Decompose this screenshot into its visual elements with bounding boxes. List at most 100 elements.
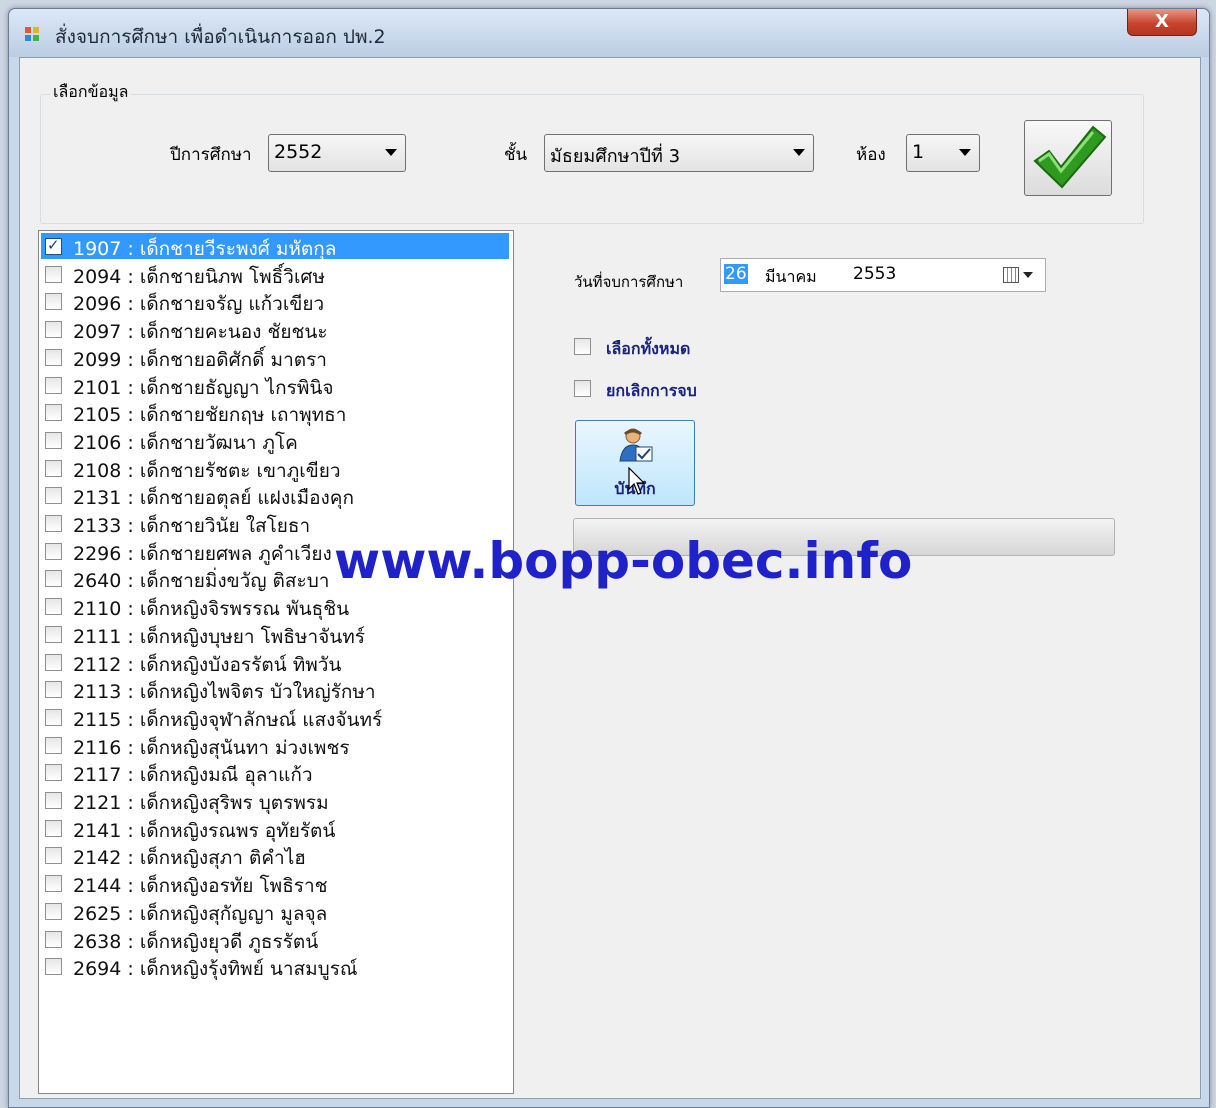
list-item-checkbox[interactable]: [45, 847, 62, 865]
list-item-label: 2131 : เด็กชายอตุลย์ แฝงเมืองคุก: [73, 487, 355, 510]
select-all-label[interactable]: เลือกทั้งหมด: [606, 337, 690, 362]
list-item[interactable]: 2111 : เด็กหญิงบุษยา โพธิษาจันทร์: [41, 621, 509, 648]
list-item[interactable]: 2112 : เด็กหญิงบังอรรัตน์ ทิพวัน: [41, 649, 509, 676]
list-item-checkbox[interactable]: [45, 681, 62, 699]
list-item-checkbox[interactable]: [45, 293, 62, 311]
cancel-graduation-checkbox[interactable]: [574, 380, 591, 397]
list-item[interactable]: 2108 : เด็กชายรัชตะ เขาภูเขียว: [41, 455, 509, 482]
list-item[interactable]: 2106 : เด็กชายวัฒนา ภูโค: [41, 427, 509, 454]
list-item-label: 2105 : เด็กชายชัยกฤษ เถาพุทธา: [73, 404, 347, 427]
list-item[interactable]: 2110 : เด็กหญิงจิรพรรณ พันธุชิน: [41, 593, 509, 620]
room-label: ห้อง: [856, 145, 886, 165]
list-item-checkbox[interactable]: [45, 653, 62, 671]
date-month[interactable]: มีนาคม: [765, 265, 817, 290]
year-value: 2552: [274, 141, 323, 163]
list-item-checkbox[interactable]: [45, 321, 62, 339]
list-item-label: 2106 : เด็กชายวัฒนา ภูโค: [73, 431, 298, 454]
list-item[interactable]: 2099 : เด็กชายอดิศักดิ์ มาตรา: [41, 344, 509, 371]
list-item-checkbox[interactable]: [45, 515, 62, 532]
list-item-label: 2108 : เด็กชายรัชตะ เขาภูเขียว: [73, 459, 341, 482]
list-item[interactable]: 2121 : เด็กหญิงสุริพร บุตรพรม: [41, 787, 509, 814]
list-item-checkbox[interactable]: [45, 875, 62, 893]
list-item-checkbox[interactable]: [45, 598, 62, 616]
list-item-label: 2101 : เด็กชายธัญญา ไกรพินิจ: [73, 376, 334, 399]
room-combo[interactable]: 1: [906, 134, 980, 172]
calendar-icon[interactable]: [1003, 267, 1019, 283]
list-item-label: 2113 : เด็กหญิงไพจิตร บัวใหญ่รักษา: [73, 681, 376, 704]
year-combo[interactable]: 2552: [268, 134, 406, 172]
list-item-checkbox[interactable]: [45, 542, 62, 560]
list-item-label: 2625 : เด็กหญิงสุกัญญา มูลจุล: [73, 902, 328, 925]
list-item-label: 2116 : เด็กหญิงสุนันทา ม่วงเพชร: [73, 736, 350, 759]
list-item-checkbox[interactable]: [45, 625, 62, 643]
green-check-icon: [1033, 125, 1107, 189]
list-item[interactable]: 2094 : เด็กชายนิภพ โพธิ์วิเศษ: [41, 261, 509, 288]
list-item[interactable]: 2101 : เด็กชายธัญญา ไกรพินิจ: [41, 372, 509, 399]
list-item-label: 2112 : เด็กหญิงบังอรรัตน์ ทิพวัน: [73, 653, 342, 676]
list-item-checkbox[interactable]: [45, 265, 62, 283]
chevron-down-icon[interactable]: [1023, 272, 1033, 278]
list-item[interactable]: 2144 : เด็กหญิงอรทัย โพธิราช: [41, 870, 509, 897]
list-item-label: 2110 : เด็กหญิงจิรพรรณ พันธุชิน: [73, 598, 350, 621]
list-item-checkbox[interactable]: [45, 902, 62, 920]
list-item-label: 2133 : เด็กชายวินัย ใสโยธา: [73, 515, 311, 537]
window-title: สั่งจบการศึกษา เพื่อดำเนินการออก ปพ.2: [55, 26, 386, 48]
list-item-checkbox[interactable]: [45, 736, 62, 754]
app-icon: [25, 27, 39, 41]
list-item[interactable]: 2105 : เด็กชายชัยกฤษ เถาพุทธา: [41, 399, 509, 426]
list-item-checkbox[interactable]: [45, 930, 62, 948]
select-all-checkbox[interactable]: [574, 338, 591, 355]
list-item[interactable]: 2694 : เด็กหญิงรุ้งทิพย์ นาสมบูรณ์: [41, 953, 509, 980]
chevron-down-icon: [959, 149, 971, 156]
list-item-checkbox[interactable]: [45, 236, 62, 255]
user-check-icon: [619, 428, 653, 462]
level-label: ชั้น: [504, 145, 528, 165]
list-item[interactable]: 2625 : เด็กหญิงสุกัญญา มูลจุล: [41, 898, 509, 925]
graduation-date-picker[interactable]: 26 มีนาคม 2553: [720, 258, 1046, 292]
list-item-label: 1907 : เด็กชายวีระพงศ์ มหัตกุล: [73, 238, 337, 260]
list-item-checkbox[interactable]: [45, 459, 62, 477]
list-item-checkbox[interactable]: [45, 431, 62, 449]
level-combo[interactable]: มัธยมศึกษาปีที่ 3: [544, 134, 814, 172]
list-item[interactable]: 2131 : เด็กชายอตุลย์ แฝงเมืองคุก: [41, 482, 509, 509]
list-item[interactable]: 2097 : เด็กชายคะนอง ชัยชนะ: [41, 316, 509, 343]
list-item-checkbox[interactable]: [45, 819, 62, 837]
list-item[interactable]: 2141 : เด็กหญิงรณพร อุทัยรัตน์: [41, 815, 509, 842]
cancel-graduation-label[interactable]: ยกเลิกการจบ: [606, 379, 697, 404]
list-item-label: 2099 : เด็กชายอดิศักดิ์ มาตรา: [73, 348, 327, 371]
list-item-label: 2096 : เด็กชายจรัญ แก้วเขียว: [73, 293, 325, 316]
confirm-filter-button[interactable]: [1024, 120, 1112, 196]
list-item-label: 2141 : เด็กหญิงรณพร อุทัยรัตน์: [73, 819, 336, 842]
list-item[interactable]: 2116 : เด็กหญิงสุนันทา ม่วงเพชร: [41, 732, 509, 759]
save-button[interactable]: บันทึก: [575, 420, 695, 506]
list-item[interactable]: 1907 : เด็กชายวีระพงศ์ มหัตกุล: [41, 233, 509, 260]
close-button[interactable]: X: [1127, 9, 1197, 36]
date-year[interactable]: 2553: [853, 264, 896, 284]
list-item[interactable]: 2113 : เด็กหญิงไพจิตร บัวใหญ่รักษา: [41, 676, 509, 703]
room-value: 1: [912, 141, 925, 163]
list-item[interactable]: 2096 : เด็กชายจรัญ แก้วเขียว: [41, 288, 509, 315]
list-item-label: 2296 : เด็กชายยศพล ภูคำเวียง: [73, 542, 332, 565]
list-item-label: 2094 : เด็กชายนิภพ โพธิ์วิเศษ: [73, 265, 326, 288]
list-item[interactable]: 2115 : เด็กหญิงจุฬาลักษณ์ แสงจันทร์: [41, 704, 509, 731]
list-item-label: 2144 : เด็กหญิงอรทัย โพธิราช: [73, 875, 328, 898]
list-item-label: 2117 : เด็กหญิงมณี อุลาแก้ว: [73, 764, 313, 787]
year-label: ปีการศึกษา: [170, 145, 252, 165]
student-checklist[interactable]: 1907 : เด็กชายวีระพงศ์ มหัตกุล 2094 : เด็…: [38, 230, 514, 1094]
list-item[interactable]: 2638 : เด็กหญิงยุวดี ภูธรรัตน์: [41, 926, 509, 953]
list-item-checkbox[interactable]: [45, 708, 62, 726]
list-item-checkbox[interactable]: [45, 487, 62, 505]
list-item-checkbox[interactable]: [45, 570, 62, 588]
date-day[interactable]: 26: [724, 264, 748, 284]
list-item-checkbox[interactable]: [45, 376, 62, 394]
list-item-checkbox[interactable]: [45, 792, 62, 809]
title-bar[interactable]: สั่งจบการศึกษา เพื่อดำเนินการออก ปพ.2 X: [9, 9, 1209, 57]
list-item-checkbox[interactable]: [45, 764, 62, 782]
list-item-checkbox[interactable]: [45, 958, 62, 976]
list-item-checkbox[interactable]: [45, 404, 62, 422]
list-item-checkbox[interactable]: [45, 348, 62, 366]
list-item-label: 2142 : เด็กหญิงสุภา ติคำไฮ: [73, 847, 306, 870]
watermark-text: www.bopp-obec.info: [334, 532, 913, 590]
list-item[interactable]: 2142 : เด็กหญิงสุภา ติคำไฮ: [41, 842, 509, 869]
list-item[interactable]: 2117 : เด็กหญิงมณี อุลาแก้ว: [41, 759, 509, 786]
